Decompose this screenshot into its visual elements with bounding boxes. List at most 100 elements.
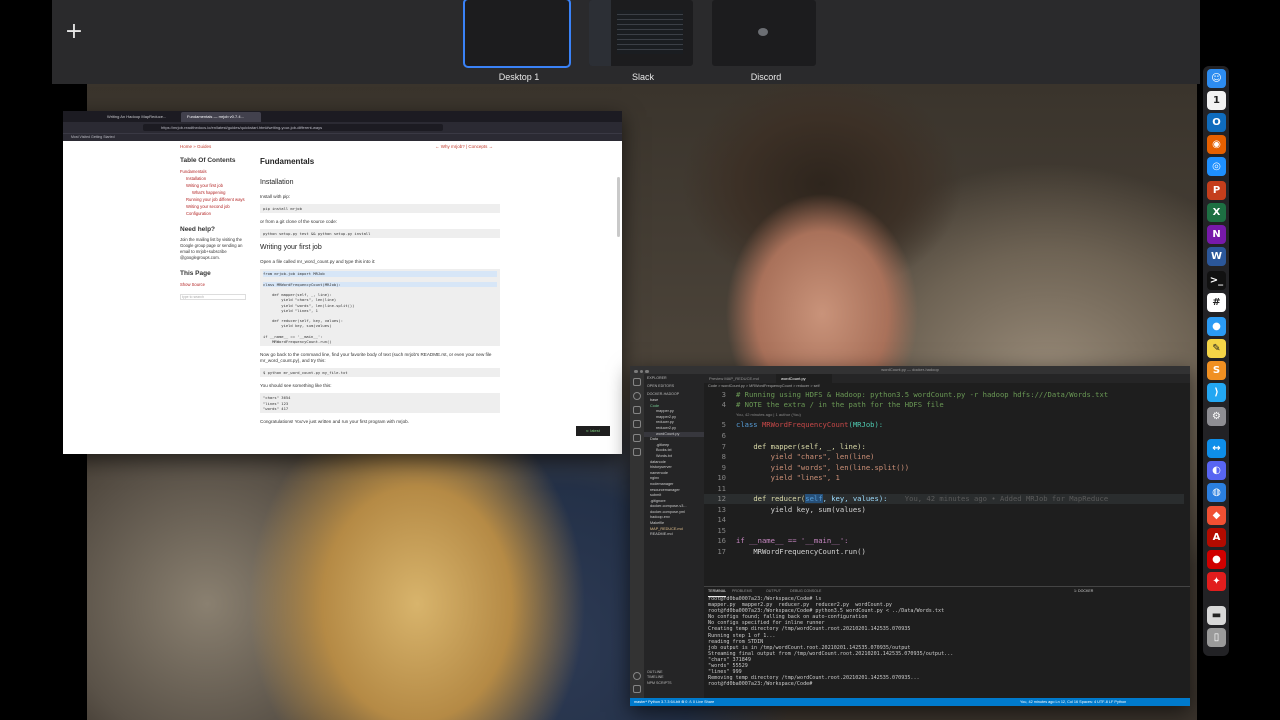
tab-wordcount[interactable]: wordCount.py bbox=[776, 374, 832, 383]
terminal-panel: TERMINAL PROBLEMS OUTPUT DEBUG CONSOLE 1… bbox=[704, 586, 1190, 698]
debug-icon[interactable] bbox=[633, 420, 641, 428]
code-block: $ python mr_word_count.py my_file.txt bbox=[260, 368, 500, 378]
code-editor[interactable]: 3 # Running using HDFS & Hadoop: python3.… bbox=[704, 390, 1190, 586]
tab-problems[interactable]: PROBLEMS bbox=[732, 587, 752, 596]
toc-link[interactable]: Installation bbox=[180, 175, 250, 182]
version-badge[interactable]: v: latest bbox=[576, 426, 610, 436]
acrobat-icon[interactable]: A bbox=[1207, 528, 1226, 547]
code-line: 3 # Running using HDFS & Hadoop: python3.… bbox=[721, 390, 1109, 399]
activity-bar bbox=[630, 374, 644, 698]
notes-icon[interactable]: ✎ bbox=[1207, 339, 1226, 358]
code-line: 5 class MRWordFrequencyCount(MRJob): bbox=[721, 420, 884, 429]
tab-preview-map-reduce[interactable]: Preview MAP_REDUCE.md bbox=[704, 374, 774, 383]
toc-link[interactable]: Writing your first job bbox=[180, 182, 250, 189]
browser-tab-active[interactable]: Fundamentals — mrjob v0.7.4... bbox=[181, 112, 261, 122]
terminal-icon[interactable]: >_ bbox=[1207, 271, 1226, 290]
paragraph: Install with pip: bbox=[260, 194, 291, 199]
space-desktop-1[interactable]: Desktop 1 bbox=[463, 0, 573, 82]
paragraph: Open a file called mr_word_count.py and … bbox=[260, 259, 376, 265]
sidebar-header: EXPLORER bbox=[647, 376, 667, 380]
breadcrumb[interactable]: Home » Guides bbox=[180, 144, 211, 149]
code-line: 13 yield key, sum(values) bbox=[717, 504, 866, 514]
editor-tabs: Preview MAP_REDUCE.md wordCount.py bbox=[704, 374, 1190, 383]
prev-next-links[interactable]: ← Why mrjob? | Concepts → bbox=[435, 144, 493, 149]
toc-link[interactable]: Running your job different ways bbox=[180, 196, 250, 203]
breadcrumb[interactable]: Code > wordCount.py > MRWordFrequencyCou… bbox=[708, 384, 820, 388]
status-left[interactable]: master* Python 3.7.3 64-bit ⊗ 0 ⚠ 0 Live… bbox=[634, 698, 714, 706]
space-slack[interactable]: Slack bbox=[589, 0, 697, 82]
browser-tab-bar: Writing An Hadoop MapReduce... Fundament… bbox=[63, 111, 622, 127]
open-editors-section[interactable]: OPEN EDITORS bbox=[644, 382, 704, 390]
address-bar[interactable]: https://mrjob.readthedocs.io/en/latest/g… bbox=[143, 124, 443, 131]
space-discord[interactable]: Discord bbox=[712, 0, 820, 82]
explorer-sidebar: EXPLORER OPEN EDITORS DOCKER-HADOOP base… bbox=[644, 374, 704, 698]
space-label: Desktop 1 bbox=[498, 72, 540, 82]
scrollbar[interactable] bbox=[617, 177, 620, 237]
gear-icon[interactable] bbox=[633, 685, 641, 693]
vscode-icon[interactable]: ⟩ bbox=[1207, 383, 1226, 402]
app-icon[interactable]: ✦ bbox=[1207, 572, 1226, 591]
messages-icon[interactable]: ● bbox=[1207, 317, 1226, 336]
bookmarks-bar: Most Visited Getting Started bbox=[63, 133, 622, 141]
search-input[interactable]: type to search bbox=[180, 294, 246, 300]
toc-link[interactable]: Fundamentals bbox=[180, 168, 250, 175]
space-thumbnail[interactable] bbox=[463, 0, 571, 68]
teamviewer-icon[interactable]: ↔ bbox=[1207, 439, 1226, 458]
settings-icon[interactable]: ⚙ bbox=[1207, 407, 1226, 426]
finder-icon[interactable]: ☺ bbox=[1207, 69, 1226, 88]
terminal-select[interactable]: 1: docker bbox=[1074, 587, 1093, 596]
explorer-icon[interactable] bbox=[633, 378, 641, 386]
file-tree: base Code mapper.py mapper2.py reducer.py red… bbox=[644, 398, 704, 538]
workspace-section[interactable]: DOCKER-HADOOP bbox=[644, 390, 704, 398]
slack-icon[interactable]: # bbox=[1207, 293, 1226, 312]
powerpoint-icon[interactable]: P bbox=[1207, 181, 1226, 200]
safari-icon[interactable]: ◎ bbox=[1207, 157, 1226, 176]
window-title-bar: wordCount.py — docker-hadoop bbox=[630, 366, 1190, 374]
toc-link[interactable]: What's happening bbox=[180, 189, 250, 196]
code-line: 9 yield "words", len(line.split()) bbox=[721, 462, 910, 472]
calendar-icon[interactable]: 1 bbox=[1207, 91, 1226, 110]
trash-icon[interactable]: ▯ bbox=[1207, 628, 1226, 647]
drive-icon[interactable]: ▬ bbox=[1207, 606, 1226, 625]
record-icon[interactable]: ● bbox=[1207, 550, 1226, 569]
vscode-window[interactable]: wordCount.py — docker-hadoop EXPLORER OP… bbox=[630, 366, 1190, 706]
toc-link[interactable]: Writing your second job bbox=[180, 203, 250, 210]
search-icon[interactable] bbox=[633, 392, 641, 400]
show-source-link[interactable]: Show Source bbox=[180, 281, 250, 288]
status-right[interactable]: You, 42 minutes ago Ln 12, Col 16 Spaces… bbox=[1020, 698, 1126, 706]
code-line: 14 bbox=[717, 515, 726, 524]
codelens-blame[interactable]: You, 42 minutes ago | 1 author (You) bbox=[736, 412, 801, 417]
onenote-icon[interactable]: N bbox=[1207, 225, 1226, 244]
help-text: Join the mailing list by visiting the Go… bbox=[180, 237, 243, 260]
source-control-icon[interactable] bbox=[633, 406, 641, 414]
toc-link[interactable]: Configuration bbox=[180, 210, 250, 217]
paragraph: or from a git clone of the source code: bbox=[260, 219, 338, 225]
code-block: python setup.py test && python setup.py … bbox=[260, 229, 500, 239]
terminal-output[interactable]: root@fd0ba0007a23:/Workspace/Code# ls map… bbox=[704, 596, 1190, 687]
remote-explorer-icon[interactable] bbox=[633, 448, 641, 456]
space-thumbnail[interactable] bbox=[712, 0, 816, 66]
excel-icon[interactable]: X bbox=[1207, 203, 1226, 222]
discord-icon[interactable]: ◐ bbox=[1207, 461, 1226, 480]
table-of-contents: Table Of Contents Fundamentals Installat… bbox=[180, 157, 250, 300]
paragraph: Congratulations! You've just written and… bbox=[260, 419, 409, 425]
browser-tab[interactable]: Writing An Hadoop MapReduce... bbox=[101, 112, 179, 122]
space-thumbnail[interactable] bbox=[589, 0, 693, 66]
sublime-icon[interactable]: S bbox=[1207, 361, 1226, 380]
dock: ☺ 1 O ◉ ◎ P X N W >_ # ● ✎ S ⟩ ⚙ ↔ ◐ ◍ ◆ A ● ✦ ▬ ▯ bbox=[1203, 66, 1229, 656]
account-icon[interactable] bbox=[633, 672, 641, 680]
add-space-icon[interactable]: + bbox=[64, 21, 84, 43]
browser-window[interactable]: Writing An Hadoop MapReduce... Fundament… bbox=[63, 111, 622, 454]
chat-icon[interactable]: ◍ bbox=[1207, 483, 1226, 502]
extensions-icon[interactable] bbox=[633, 434, 641, 442]
tab-output[interactable]: OUTPUT bbox=[766, 587, 781, 596]
tab-debug-console[interactable]: DEBUG CONSOLE bbox=[790, 587, 821, 596]
git-icon[interactable]: ◆ bbox=[1207, 506, 1226, 525]
tab-terminal[interactable]: TERMINAL bbox=[708, 587, 727, 597]
word-icon[interactable]: W bbox=[1207, 247, 1226, 266]
file-tree-item[interactable]: README.md bbox=[644, 532, 704, 538]
paragraph: You should see something like this: bbox=[260, 383, 332, 389]
outlook-icon[interactable]: O bbox=[1207, 113, 1226, 132]
firefox-icon[interactable]: ◉ bbox=[1207, 135, 1226, 154]
npm-scripts-section[interactable]: NPM SCRIPTS bbox=[647, 681, 672, 687]
